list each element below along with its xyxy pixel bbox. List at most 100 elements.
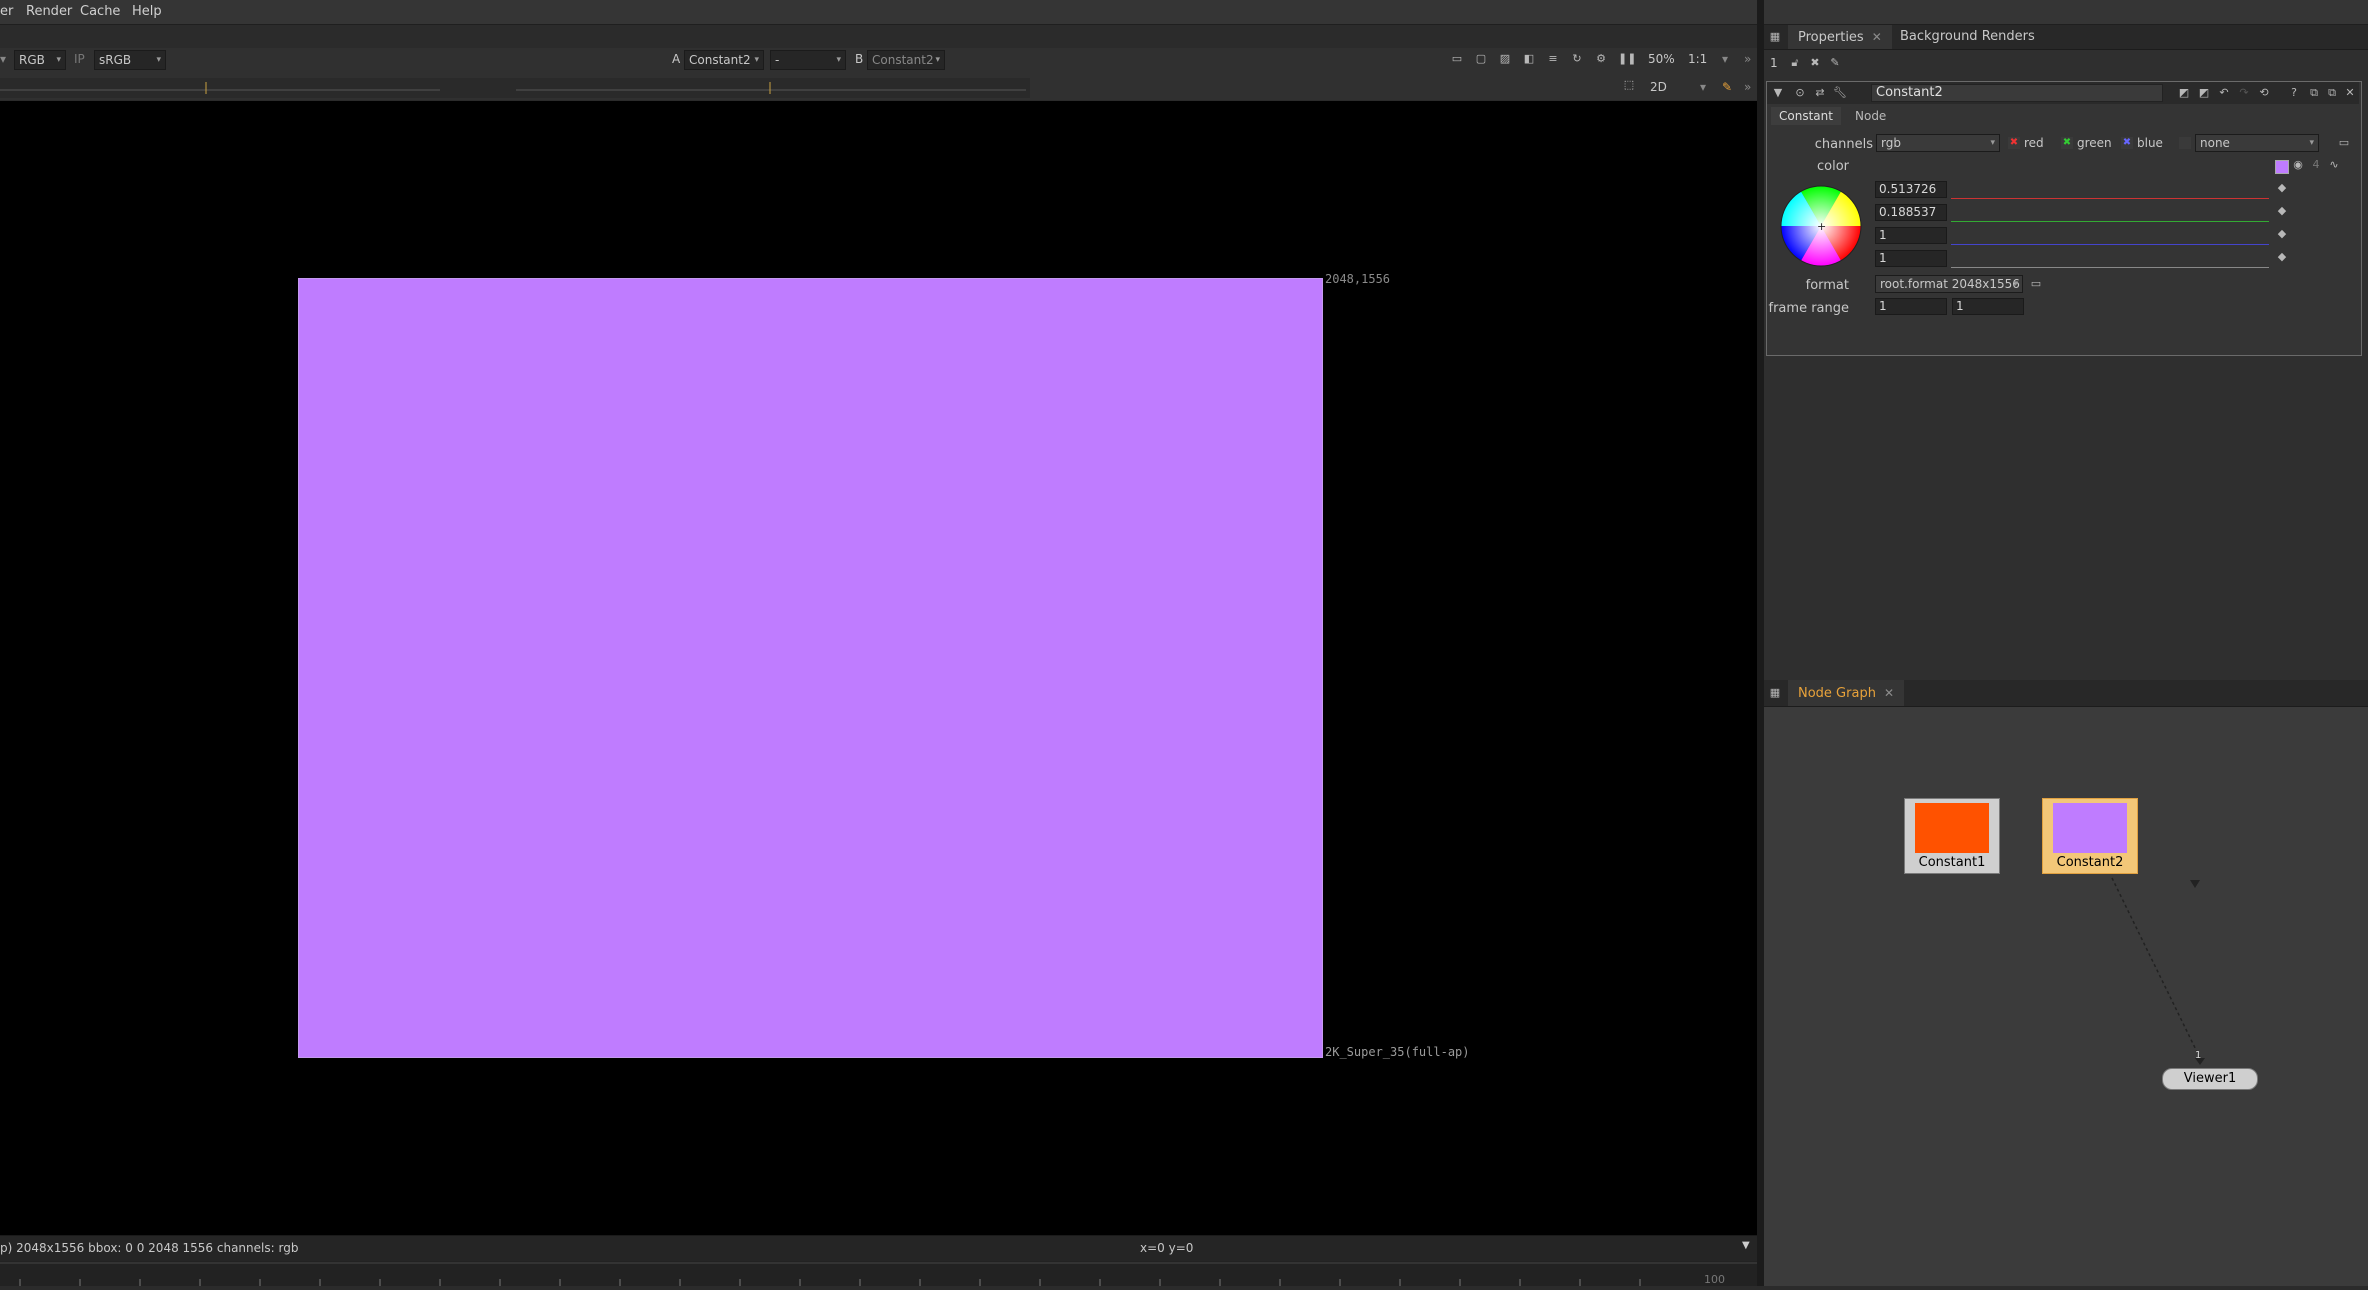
- color-a-slider[interactable]: [1951, 250, 2269, 268]
- node-header: ▼ ⊙ ⇄ 🔧︎ Constant2 ◩ ◩ ↶ ↷ ⟲ ? ⧉ ⧉ ✕: [1767, 82, 2359, 104]
- node-constant2[interactable]: Constant2: [2042, 798, 2138, 874]
- settings-icon[interactable]: ⚙: [1594, 52, 1608, 66]
- lock-icon[interactable]: 🔓︎: [1788, 56, 1802, 70]
- brush-icon[interactable]: ✎: [1722, 80, 1732, 94]
- color-wheel[interactable]: +: [1779, 184, 1863, 268]
- tab-constant[interactable]: Constant: [1771, 107, 1841, 125]
- color-r-field[interactable]: 0.513726: [1875, 181, 1947, 198]
- input-a-value: Constant2: [689, 53, 751, 67]
- green-checkbox[interactable]: ✖: [2061, 137, 2073, 149]
- lines-icon[interactable]: ≡: [1546, 52, 1560, 66]
- float-icon[interactable]: ⧉: [2325, 86, 2339, 100]
- node-name-field[interactable]: Constant2: [1871, 84, 2163, 102]
- color-wheel-icon[interactable]: ◉: [2291, 158, 2305, 172]
- frame-range-last-field[interactable]: 1: [1952, 298, 2024, 315]
- node-thumbnail: [2053, 803, 2127, 853]
- dropdown-arrow-icon[interactable]: ▾: [0, 52, 6, 66]
- wrench-icon[interactable]: 🔧︎: [1833, 86, 1847, 100]
- tab-node[interactable]: Node: [1847, 107, 1894, 125]
- color-r-slider[interactable]: [1951, 181, 2269, 199]
- menu-cache[interactable]: Cache: [80, 4, 120, 19]
- ip-button[interactable]: IP: [74, 52, 85, 66]
- color-b-field[interactable]: 1: [1875, 227, 1947, 244]
- max-panels-value[interactable]: 1: [1770, 56, 1778, 70]
- more-icon[interactable]: »: [1744, 52, 1751, 66]
- mask-icon[interactable]: ▨: [1498, 52, 1512, 66]
- color-g-slider[interactable]: [1951, 204, 2269, 222]
- menu-help[interactable]: Help: [132, 4, 162, 19]
- channels-select[interactable]: rgb ▾: [1876, 134, 2000, 152]
- chevron-down-icon[interactable]: ▼: [1742, 1240, 1750, 1251]
- viewer-image: [298, 278, 1323, 1058]
- view-mode[interactable]: 2D: [1650, 80, 1667, 94]
- overlay-icon[interactable]: ◧: [1522, 52, 1536, 66]
- revert-icon[interactable]: ⟲: [2257, 86, 2271, 100]
- chevron-down-icon: ▾: [2309, 138, 2314, 148]
- pencil-icon[interactable]: ✎: [1828, 56, 1842, 70]
- help-icon[interactable]: ?: [2287, 86, 2301, 100]
- region-icon[interactable]: ⬚: [1622, 78, 1636, 92]
- expand-icon[interactable]: ▭: [2337, 136, 2351, 150]
- status-coords: x=0 y=0: [1140, 1241, 1194, 1255]
- node-viewer1[interactable]: Viewer1: [2162, 1068, 2258, 1090]
- animation-icon[interactable]: ◆: [2275, 181, 2289, 195]
- color-b-value: 1: [1879, 228, 1887, 242]
- animation-icon[interactable]: ◆: [2275, 204, 2289, 218]
- blue-checkbox[interactable]: ✖: [2121, 137, 2133, 149]
- extra-channel-checkbox[interactable]: [2179, 137, 2191, 149]
- close-all-icon[interactable]: ✖: [1808, 56, 1822, 70]
- node-constant1[interactable]: Constant1: [1904, 798, 2000, 874]
- input-a-dropdown[interactable]: Constant2 ▾: [684, 50, 764, 70]
- edit-format-icon[interactable]: ▭: [2029, 277, 2043, 291]
- swatch-toggle-icon[interactable]: ◩: [2197, 86, 2211, 100]
- input-icon[interactable]: ⇄: [1813, 86, 1827, 100]
- menu-bar: er Render Cache Help: [0, 0, 2368, 25]
- format-select[interactable]: root.format 2048x1556 ▾: [1875, 275, 2023, 293]
- input-b-value: Constant2: [872, 53, 934, 67]
- chevron-down-icon[interactable]: ▾: [1722, 52, 1728, 66]
- undo-icon[interactable]: ↶: [2217, 86, 2231, 100]
- color-a-field[interactable]: 1: [1875, 250, 1947, 267]
- zoom-value[interactable]: 50%: [1648, 52, 1675, 66]
- menu-viewer[interactable]: er: [0, 4, 13, 19]
- animation-icon[interactable]: ◆: [2275, 250, 2289, 264]
- gain-slider[interactable]: [0, 78, 1030, 98]
- timeline[interactable]: 100: [0, 1261, 1757, 1286]
- frame-range-first-field[interactable]: 1: [1875, 298, 1947, 315]
- more-icon[interactable]: »: [1744, 80, 1751, 94]
- pause-icon[interactable]: ❚❚: [1618, 52, 1636, 66]
- close-icon[interactable]: ✕: [1872, 30, 1882, 44]
- animation-icon[interactable]: ◆: [2275, 227, 2289, 241]
- swatch-toggle-icon[interactable]: ◩: [2177, 86, 2191, 100]
- panel-divider[interactable]: [1757, 0, 1764, 1286]
- float-icon[interactable]: ⧉: [2307, 86, 2321, 100]
- color-g-field[interactable]: 0.188537: [1875, 204, 1947, 221]
- refresh-icon[interactable]: ↻: [1570, 52, 1584, 66]
- red-checkbox[interactable]: ✖: [2008, 137, 2020, 149]
- node-graph-panel[interactable]: ▦ Node Graph ✕ Constant1 Constant2 1 View…: [1764, 680, 2368, 1286]
- center-icon[interactable]: ⊙: [1793, 86, 1807, 100]
- lut-dropdown[interactable]: sRGB ▾: [94, 50, 166, 70]
- status-info: p) 2048x1556 bbox: 0 0 2048 1556 channel…: [0, 1241, 299, 1255]
- close-icon[interactable]: ✕: [2343, 86, 2357, 100]
- tab-properties[interactable]: Properties ✕: [1788, 25, 1892, 49]
- collapse-icon[interactable]: ▼: [1771, 86, 1785, 100]
- color-b-slider[interactable]: [1951, 227, 2269, 245]
- roi-icon[interactable]: ▭: [1450, 52, 1464, 66]
- channels-dropdown[interactable]: RGB ▾: [14, 50, 66, 70]
- chevron-down-icon[interactable]: ▾: [1700, 80, 1706, 94]
- curve-icon[interactable]: ∿: [2327, 158, 2341, 172]
- extra-channel-value: none: [2200, 136, 2230, 150]
- menu-render[interactable]: Render: [26, 4, 72, 19]
- panel-menu-icon[interactable]: ▦: [1768, 30, 1782, 44]
- channel-count-icon[interactable]: 4: [2309, 158, 2323, 172]
- extra-channel-select[interactable]: none ▾: [2195, 134, 2319, 152]
- guides-icon[interactable]: ▢: [1474, 52, 1488, 66]
- frame-range-first: 1: [1879, 299, 1887, 313]
- tab-background-renders[interactable]: Background Renders: [1890, 25, 2045, 49]
- input-b-dropdown[interactable]: Constant2 ▾: [867, 50, 945, 70]
- proxy-value[interactable]: 1:1: [1688, 52, 1707, 66]
- wipe-mode-dropdown[interactable]: - ▾: [770, 50, 846, 70]
- chevron-down-icon: ▾: [56, 55, 61, 65]
- color-swatch[interactable]: [2275, 160, 2289, 174]
